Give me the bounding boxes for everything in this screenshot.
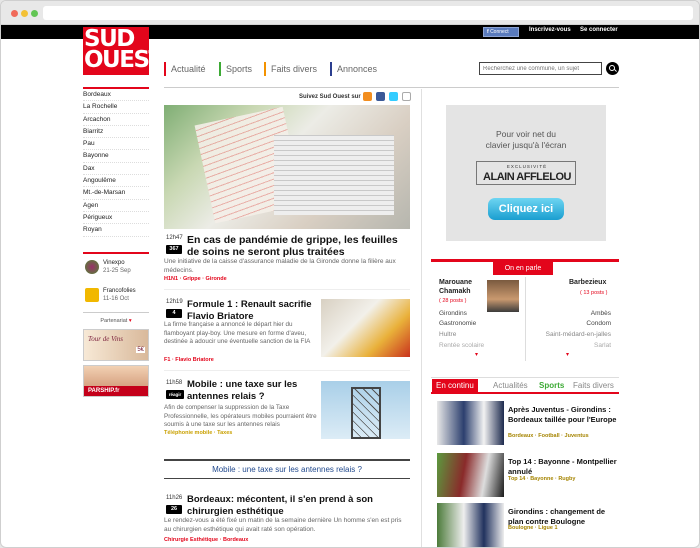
city-bayonne[interactable]: Bayonne — [83, 150, 149, 163]
mail-icon[interactable] — [402, 92, 411, 101]
search-icon[interactable] — [606, 62, 619, 75]
city-royan[interactable]: Royan — [83, 224, 149, 237]
search-input[interactable] — [479, 62, 602, 75]
news-item[interactable]: Après Juventus - Girondins : Bordeaux ta… — [437, 401, 619, 451]
events-divider — [83, 252, 149, 254]
header-divider — [164, 87, 619, 88]
minimize-dot-icon[interactable] — [21, 10, 28, 17]
click-here-button[interactable]: Cliquez ici — [488, 198, 564, 220]
city-pau[interactable]: Pau — [83, 138, 149, 151]
city-la-rochelle[interactable]: La Rochelle — [83, 101, 149, 114]
register-link[interactable]: Inscrivez-vous — [529, 27, 571, 33]
comment-count-badge[interactable]: 26 — [166, 505, 182, 514]
afflelou-ad[interactable]: Pour voir net du clavier jusqu'à l'écran … — [446, 105, 606, 241]
city-dax[interactable]: Dax — [83, 163, 149, 176]
chevron-down-icon[interactable]: ▾ — [566, 351, 569, 358]
article-title[interactable]: En cas de pandémie de grippe, les feuill… — [187, 234, 412, 258]
tab-actualites[interactable]: Actualités — [489, 379, 532, 393]
comment-count-badge[interactable]: 367 — [166, 245, 182, 254]
partner-divider — [83, 312, 149, 313]
cities-list: Bordeaux La Rochelle Arcachon Biarritz P… — [83, 89, 149, 237]
vinexpo-icon — [85, 260, 99, 274]
browser-window: f Connect Inscrivez-vous Se connecter SU… — [0, 0, 700, 548]
antenna-thumbnail[interactable] — [321, 381, 410, 439]
city-agen[interactable]: Agen — [83, 200, 149, 212]
close-dot-icon[interactable] — [11, 10, 18, 17]
browser-chrome — [1, 1, 699, 25]
en-continu-tabs: En continu Actualités Sports Faits diver… — [431, 377, 619, 394]
article-title[interactable]: Mobile : une taxe sur les antennes relai… — [187, 379, 317, 403]
city-perigueux[interactable]: Périgueux — [83, 212, 149, 225]
on-en-parle-panel: On en parle Marouane Chamakh ( 28 posts … — [431, 259, 619, 361]
ad-parship[interactable]: PARSHIP.fr — [83, 365, 149, 397]
facebook-connect-button[interactable]: f Connect — [483, 27, 519, 37]
city-bordeaux[interactable]: Bordeaux — [83, 89, 149, 102]
follow-label: Suivez Sud Ouest sur — [299, 94, 361, 100]
related-link[interactable]: Mobile : une taxe sur les antennes relai… — [164, 459, 410, 479]
player-photo[interactable] — [487, 280, 519, 312]
city-biarritz[interactable]: Biarritz — [83, 126, 149, 139]
nav-sports[interactable]: Sports — [219, 62, 252, 76]
nav-annonces[interactable]: Annonces — [330, 62, 377, 76]
tab-sports[interactable]: Sports — [535, 379, 568, 393]
rss-icon[interactable] — [363, 92, 372, 101]
tab-faits-divers[interactable]: Faits divers — [569, 379, 618, 393]
article-title[interactable]: Formule 1 : Renault sacrifie Flavio Bria… — [187, 299, 319, 323]
francofolies-icon — [85, 288, 99, 302]
event-francofolies[interactable]: Francofolies 11-16 Oct — [83, 285, 149, 313]
facebook-icon[interactable] — [376, 92, 385, 101]
nav-actualite[interactable]: Actualité — [164, 62, 206, 76]
maximize-dot-icon[interactable] — [31, 10, 38, 17]
tab-en-continu[interactable]: En continu — [432, 379, 478, 393]
address-bar[interactable] — [43, 6, 693, 20]
triangle-down-icon: ▾ — [128, 318, 132, 324]
twitter-icon[interactable] — [389, 92, 398, 101]
news-item[interactable]: Top 14 : Bayonne - Montpellier annulé To… — [437, 453, 619, 503]
ad-tour-de-vins[interactable]: Tour de Vins 5€ — [83, 329, 149, 361]
chevron-down-icon[interactable]: ▾ — [475, 351, 478, 358]
formula1-thumbnail[interactable] — [321, 299, 410, 357]
event-vinexpo[interactable]: Vinexpo 21-25 Sep — [83, 257, 149, 285]
sud-ouest-logo[interactable]: SUD OUEST — [83, 27, 164, 75]
partner-label: Partenariat ▾ — [100, 318, 132, 324]
react-badge[interactable]: réagir — [166, 390, 184, 399]
on-en-parle-tab[interactable]: On en parle — [493, 262, 553, 275]
column-divider — [421, 89, 422, 547]
hero-image[interactable] — [164, 105, 410, 229]
afflelou-logo: EXCLUSIVITÉ ALAIN AFFLELOU — [476, 161, 576, 185]
city-angouleme[interactable]: Angoulême — [83, 175, 149, 188]
article-title[interactable]: Bordeaux: mécontent, il s'en prend à son… — [187, 494, 412, 518]
city-arcachon[interactable]: Arcachon — [83, 114, 149, 126]
nav-faits-divers[interactable]: Faits divers — [264, 62, 317, 76]
login-link[interactable]: Se connecter — [580, 27, 618, 33]
city-mont-de-marsan[interactable]: Mt.-de-Marsan — [83, 187, 149, 200]
news-item[interactable]: Girondins : changement de plan contre Bo… — [437, 503, 619, 547]
comment-count-badge[interactable]: 4 — [166, 309, 182, 318]
